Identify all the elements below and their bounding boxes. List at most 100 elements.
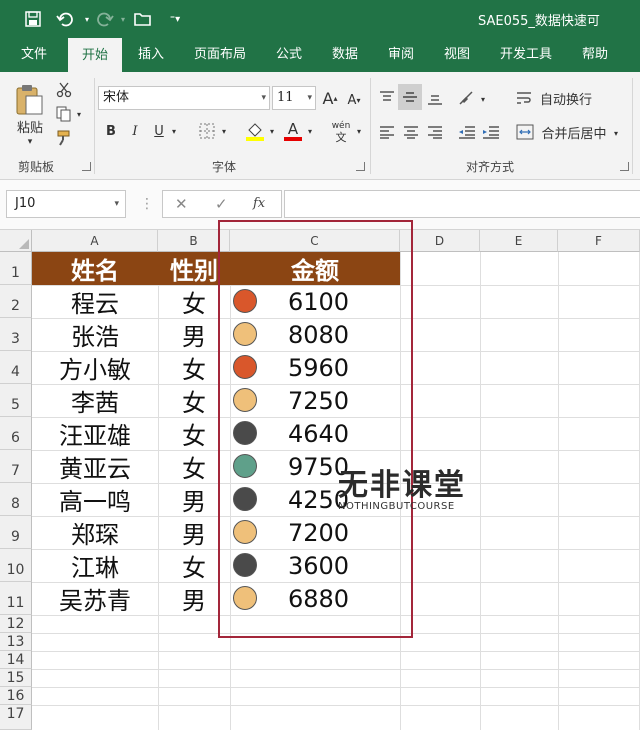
font-launcher-icon[interactable] [356,162,365,171]
cell-name[interactable]: 江琳 [32,549,158,582]
row-header-17[interactable]: 17 [0,705,32,730]
undo-icon[interactable] [54,9,76,29]
row-header-1[interactable]: 1 [0,252,32,285]
tab-review[interactable]: 审阅 [378,38,424,72]
paste-button[interactable]: 粘贴 [10,116,50,136]
open-folder-icon[interactable] [132,9,154,29]
font-name-value: 宋体 [103,90,130,105]
underline-button[interactable]: U [150,120,168,142]
alignment-launcher-icon[interactable] [620,162,629,171]
cut-icon[interactable] [54,80,74,100]
redo-dropdown-icon[interactable]: ▾ [112,9,134,29]
row-header-6[interactable]: 6 [0,417,32,450]
bottom-align-icon[interactable] [424,86,446,110]
cell-name[interactable]: 张浩 [32,318,158,351]
clipboard-launcher-icon[interactable] [82,162,91,171]
align-right-icon[interactable] [424,120,446,144]
fill-color-dropdown-icon[interactable]: ▾ [266,124,278,138]
tab-formulas[interactable]: 公式 [266,38,312,72]
gridline [480,252,481,730]
name-box[interactable]: J10 ▾ [6,190,126,218]
copy-dropdown-icon[interactable]: ▾ [74,108,84,120]
phonetic-dropdown-icon[interactable]: ▾ [354,124,364,138]
cell-name[interactable]: 程云 [32,285,158,318]
column-header-f[interactable]: F [558,230,640,252]
row-header-11[interactable]: 11 [0,582,32,615]
row-header-10[interactable]: 10 [0,549,32,582]
merge-center-dropdown-icon[interactable]: ▾ [610,126,622,140]
row-header-4[interactable]: 4 [0,351,32,384]
row-header-8[interactable]: 8 [0,483,32,516]
cell-name[interactable]: 黄亚云 [32,450,158,483]
watermark-subtitle: NOTHINGBUTCOURSE [338,501,455,512]
align-center-icon[interactable] [400,120,422,144]
row-header-7[interactable]: 7 [0,450,32,483]
save-icon[interactable] [22,9,44,29]
top-align-icon[interactable] [376,86,398,110]
tab-data[interactable]: 数据 [322,38,368,72]
italic-icon: I [132,123,138,139]
cell-name[interactable]: 吴苏青 [32,582,158,615]
tab-page-layout[interactable]: 页面布局 [184,38,256,72]
column-header-a[interactable]: A [32,230,158,252]
merge-center-button[interactable]: 合并后居中 [538,120,610,144]
wrap-text-icon[interactable] [514,86,536,110]
font-name-select[interactable]: 宋体 ▾ [98,86,270,110]
row-header-3[interactable]: 3 [0,318,32,351]
cell-name[interactable]: 高一鸣 [32,483,158,516]
customize-quick-access-icon[interactable]: ⁼▾ [164,9,186,29]
borders-icon[interactable] [196,120,218,142]
splitter-icon[interactable]: ⋮ [140,196,154,212]
font-size-select[interactable]: 11 ▾ [272,86,316,110]
row-header-16[interactable]: 16 [0,687,32,705]
font-color-button[interactable]: A [282,118,304,144]
orientation-icon[interactable] [456,86,478,110]
cell-name[interactable]: 方小敏 [32,351,158,384]
cell-name[interactable]: 郑琛 [32,516,158,549]
group-divider [94,78,95,174]
merge-center-icon[interactable] [514,120,536,144]
row-header-2[interactable]: 2 [0,285,32,318]
tab-view[interactable]: 视图 [434,38,480,72]
italic-button[interactable]: I [126,120,144,142]
copy-icon[interactable] [54,104,74,124]
phonetic-guide-button[interactable]: wén 文 [328,118,354,146]
tab-developer[interactable]: 开发工具 [490,38,562,72]
bold-button[interactable]: B [102,120,120,142]
borders-dropdown-icon[interactable]: ▾ [218,124,230,138]
row-header-9[interactable]: 9 [0,516,32,549]
tab-help[interactable]: 帮助 [572,38,618,72]
header-name[interactable]: 姓名 [32,252,158,285]
paste-icon[interactable] [12,82,46,118]
formula-input[interactable] [284,190,640,218]
increase-indent-icon[interactable] [480,120,502,144]
paste-dropdown-icon[interactable]: ▾ [22,136,38,148]
insert-function-button[interactable]: fx [253,196,265,211]
align-left-icon[interactable] [376,120,398,144]
enter-icon[interactable]: ✓ [215,195,228,213]
tab-home[interactable]: 开始 [68,38,122,72]
row-header-15[interactable]: 15 [0,669,32,687]
middle-align-icon[interactable] [398,84,422,110]
cell-name[interactable]: 汪亚雄 [32,417,158,450]
cell-name[interactable]: 李茜 [32,384,158,417]
row-header-13[interactable]: 13 [0,633,32,651]
fill-color-icon[interactable] [244,118,266,144]
row-header-5[interactable]: 5 [0,384,32,417]
font-color-dropdown-icon[interactable]: ▾ [304,124,316,138]
wrap-text-button[interactable]: 自动换行 [538,86,594,110]
select-all-button[interactable] [0,230,32,252]
underline-dropdown-icon[interactable]: ▾ [168,124,180,138]
row-header-14[interactable]: 14 [0,651,32,669]
row-header-12[interactable]: 12 [0,615,32,633]
orientation-dropdown-icon[interactable]: ▾ [478,92,488,106]
tab-file[interactable]: 文件 [10,38,58,72]
decrease-indent-icon[interactable] [456,120,478,144]
clipboard-group-label: 剪贴板 [18,160,55,174]
column-header-e[interactable]: E [480,230,558,252]
format-painter-icon[interactable] [54,128,74,148]
grow-font-button[interactable]: A ▴ [320,86,340,110]
shrink-font-button[interactable]: A ▾ [344,88,364,112]
cancel-icon[interactable]: ✕ [175,195,188,213]
tab-insert[interactable]: 插入 [128,38,174,72]
